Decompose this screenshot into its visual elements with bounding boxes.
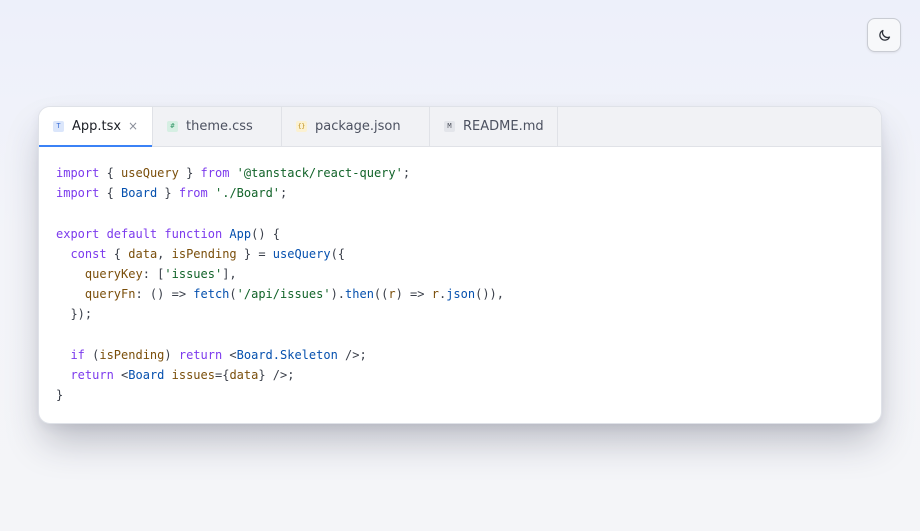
tab-label: theme.css: [186, 119, 253, 134]
close-tab-icon[interactable]: ×: [128, 119, 138, 133]
tab-label: README.md: [463, 119, 544, 134]
tab-theme-css[interactable]: # theme.css: [153, 107, 282, 146]
tab-package-json[interactable]: {} package.json: [282, 107, 430, 146]
tab-label: package.json: [315, 119, 401, 134]
code-line-11: return <Board issues={data} />;: [70, 367, 295, 382]
moon-icon: [878, 29, 890, 41]
code-line-8: });: [70, 307, 93, 322]
code-line-5: const { data, isPending } = useQuery({: [70, 246, 346, 261]
theme-toggle-button[interactable]: [867, 18, 901, 52]
json-file-icon: {}: [296, 121, 307, 132]
code-line-2: import { Board } from './Board';: [56, 186, 288, 201]
tab-app-tsx[interactable]: T App.tsx ×: [39, 107, 153, 147]
code-line-4: export default function App() {: [56, 226, 280, 241]
code-line-12: }: [56, 388, 64, 403]
code-line-10: if (isPending) return <Board.Skeleton />…: [70, 347, 367, 362]
code-editor-window: T App.tsx × # theme.css {} package.json …: [38, 106, 882, 424]
tab-bar: T App.tsx × # theme.css {} package.json …: [39, 107, 881, 147]
typescript-file-icon: T: [53, 121, 64, 132]
markdown-file-icon: M: [444, 121, 455, 132]
tab-label: App.tsx: [72, 119, 122, 134]
code-content[interactable]: import { useQuery } from '@tanstack/reac…: [39, 147, 881, 405]
css-file-icon: #: [167, 121, 178, 132]
code-line-7: queryFn: () => fetch('/api/issues').then…: [84, 287, 505, 302]
tab-readme-md[interactable]: M README.md: [430, 107, 558, 146]
code-line-6: queryKey: ['issues'],: [84, 266, 237, 281]
code-line-1: import { useQuery } from '@tanstack/reac…: [56, 166, 411, 180]
